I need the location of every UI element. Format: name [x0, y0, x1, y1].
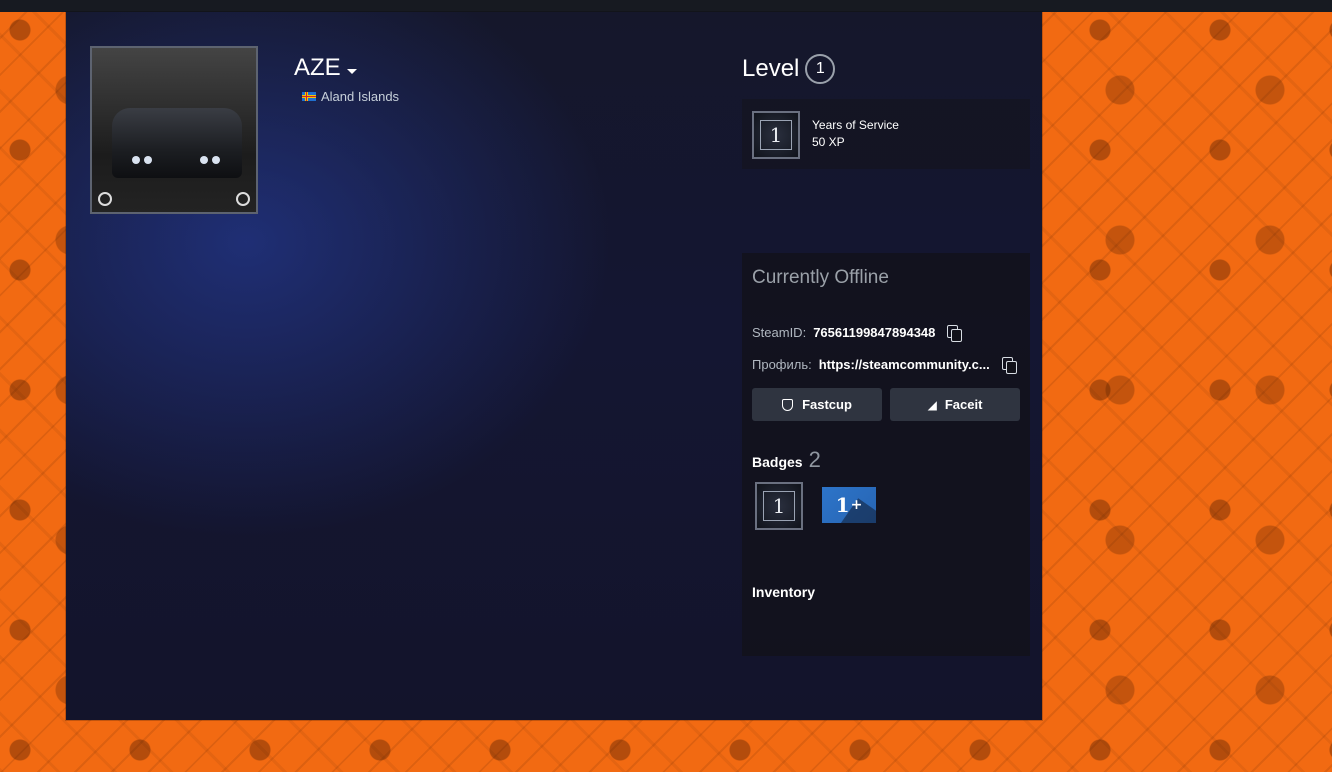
location-text: Aland Islands	[321, 89, 400, 104]
years-of-service-badge[interactable]: 1	[755, 482, 803, 530]
xp-badge-title: Years of Service	[812, 118, 899, 132]
top-bar	[0, 0, 1332, 12]
profile-location: Aland Islands	[302, 89, 399, 104]
xp-badge-box[interactable]: 1 Years of Service 50 XP	[742, 99, 1030, 169]
fastcup-button[interactable]: Fastcup	[752, 388, 882, 421]
headlight-icon	[200, 156, 208, 164]
level-header: Level 1	[742, 54, 836, 84]
profile-url-row: Профиль: https://steamcommunity.c...	[752, 357, 1017, 374]
steamid-label: SteamID:	[752, 325, 807, 340]
watermark-icon	[98, 192, 112, 206]
profile-name-row: AZE	[294, 54, 357, 82]
online-status: Currently Offline	[752, 267, 889, 288]
badge-number: 1	[760, 120, 792, 150]
years-of-service-badge-icon: 1	[752, 111, 800, 159]
inventory-link[interactable]: Inventory	[752, 584, 815, 600]
one-plus-badge[interactable]: 1 +	[822, 487, 876, 523]
fastcup-label: Fastcup	[802, 397, 852, 412]
badge-number: 1	[763, 491, 795, 521]
level-badge[interactable]: 1	[805, 54, 836, 84]
copy-profile-url-icon[interactable]	[1001, 357, 1017, 374]
avatar-car-image	[112, 108, 242, 178]
copy-steamid-icon[interactable]	[947, 325, 963, 342]
xp-badge-xp: 50 XP	[812, 135, 845, 149]
avatar[interactable]	[90, 46, 258, 214]
steamid-row: SteamID: 76561199847894348	[752, 325, 963, 342]
steamid-value: 76561199847894348	[813, 325, 936, 340]
faceit-icon: ◢	[927, 397, 937, 412]
headlight-icon	[132, 156, 140, 164]
profile-page: AZE Aland Islands Level 1 1 Years of Ser…	[66, 12, 1042, 720]
headlight-icon	[144, 156, 152, 164]
watermark-icon	[236, 192, 250, 206]
aland-flag-icon	[302, 92, 316, 101]
faceit-button[interactable]: ◢ Faceit	[890, 388, 1020, 421]
badges-header[interactable]: Badges 2	[752, 447, 821, 473]
profile-url-label: Профиль:	[752, 357, 812, 372]
badges-count: 2	[808, 447, 821, 472]
badge-suffix: +	[850, 497, 863, 513]
badge-number: 1	[835, 493, 850, 517]
profile-name: AZE	[294, 54, 341, 81]
profile-url-value: https://steamcommunity.c...	[818, 357, 990, 372]
profile-side-panel: Currently Offline SteamID: 7656119984789…	[742, 253, 1030, 656]
level-label: Level	[742, 55, 800, 82]
faceit-label: Faceit	[944, 397, 983, 412]
fastcup-icon	[782, 398, 794, 411]
headlight-icon	[212, 156, 220, 164]
name-dropdown-icon[interactable]	[346, 68, 357, 74]
badges-label: Badges	[752, 454, 803, 470]
